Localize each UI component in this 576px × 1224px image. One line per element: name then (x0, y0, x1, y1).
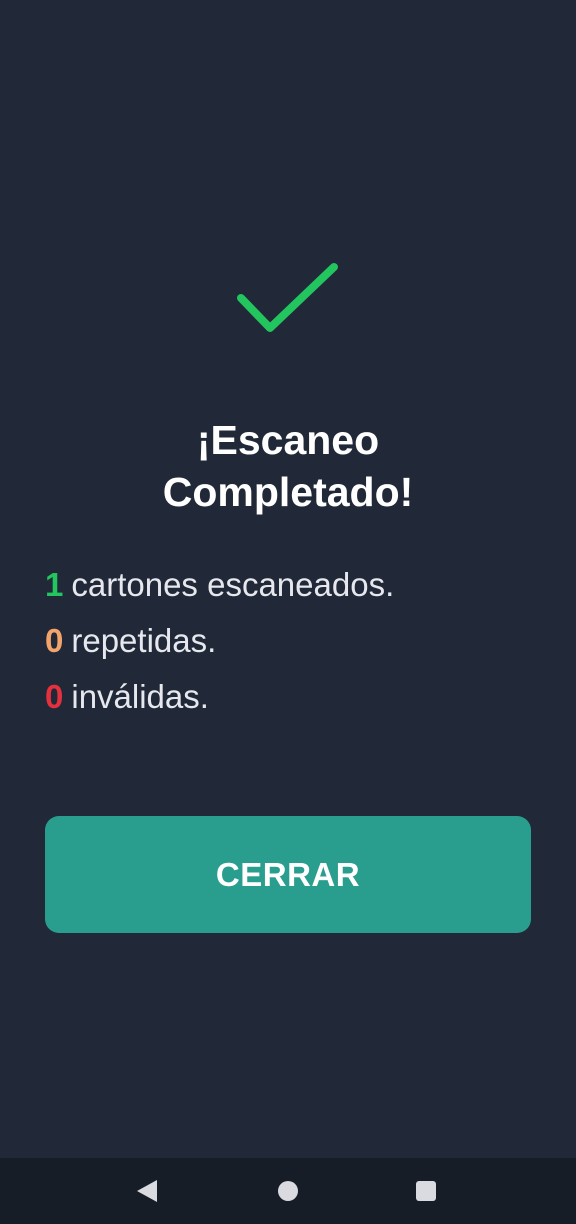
stat-scanned: 1 cartones escaneados. (45, 560, 545, 616)
close-button[interactable]: CERRAR (45, 816, 531, 933)
stat-repeated: 0 repetidas. (45, 616, 545, 672)
checkmark-icon (237, 263, 338, 332)
recents-icon[interactable] (416, 1181, 436, 1201)
stat-invalid-label: inválidas. (71, 678, 209, 715)
back-icon[interactable] (137, 1180, 157, 1202)
stat-invalid: 0 inválidas. (45, 672, 545, 728)
navigation-bar (0, 1158, 576, 1224)
title-line-1: ¡Escaneo (196, 417, 380, 463)
home-icon[interactable] (278, 1181, 298, 1201)
stat-invalid-count: 0 (45, 678, 64, 715)
stat-repeated-label: repetidas. (71, 622, 217, 659)
stat-repeated-count: 0 (45, 622, 64, 659)
page-title: ¡Escaneo Completado! (0, 414, 576, 518)
stat-scanned-count: 1 (45, 566, 64, 603)
title-line-2: Completado! (162, 469, 414, 515)
scan-stats: 1 cartones escaneados. 0 repetidas. 0 invál… (45, 560, 545, 728)
scan-complete-screen: ¡Escaneo Completado! 1 cartones escaneado… (0, 0, 576, 1224)
stat-scanned-label: cartones escaneados. (71, 566, 395, 603)
